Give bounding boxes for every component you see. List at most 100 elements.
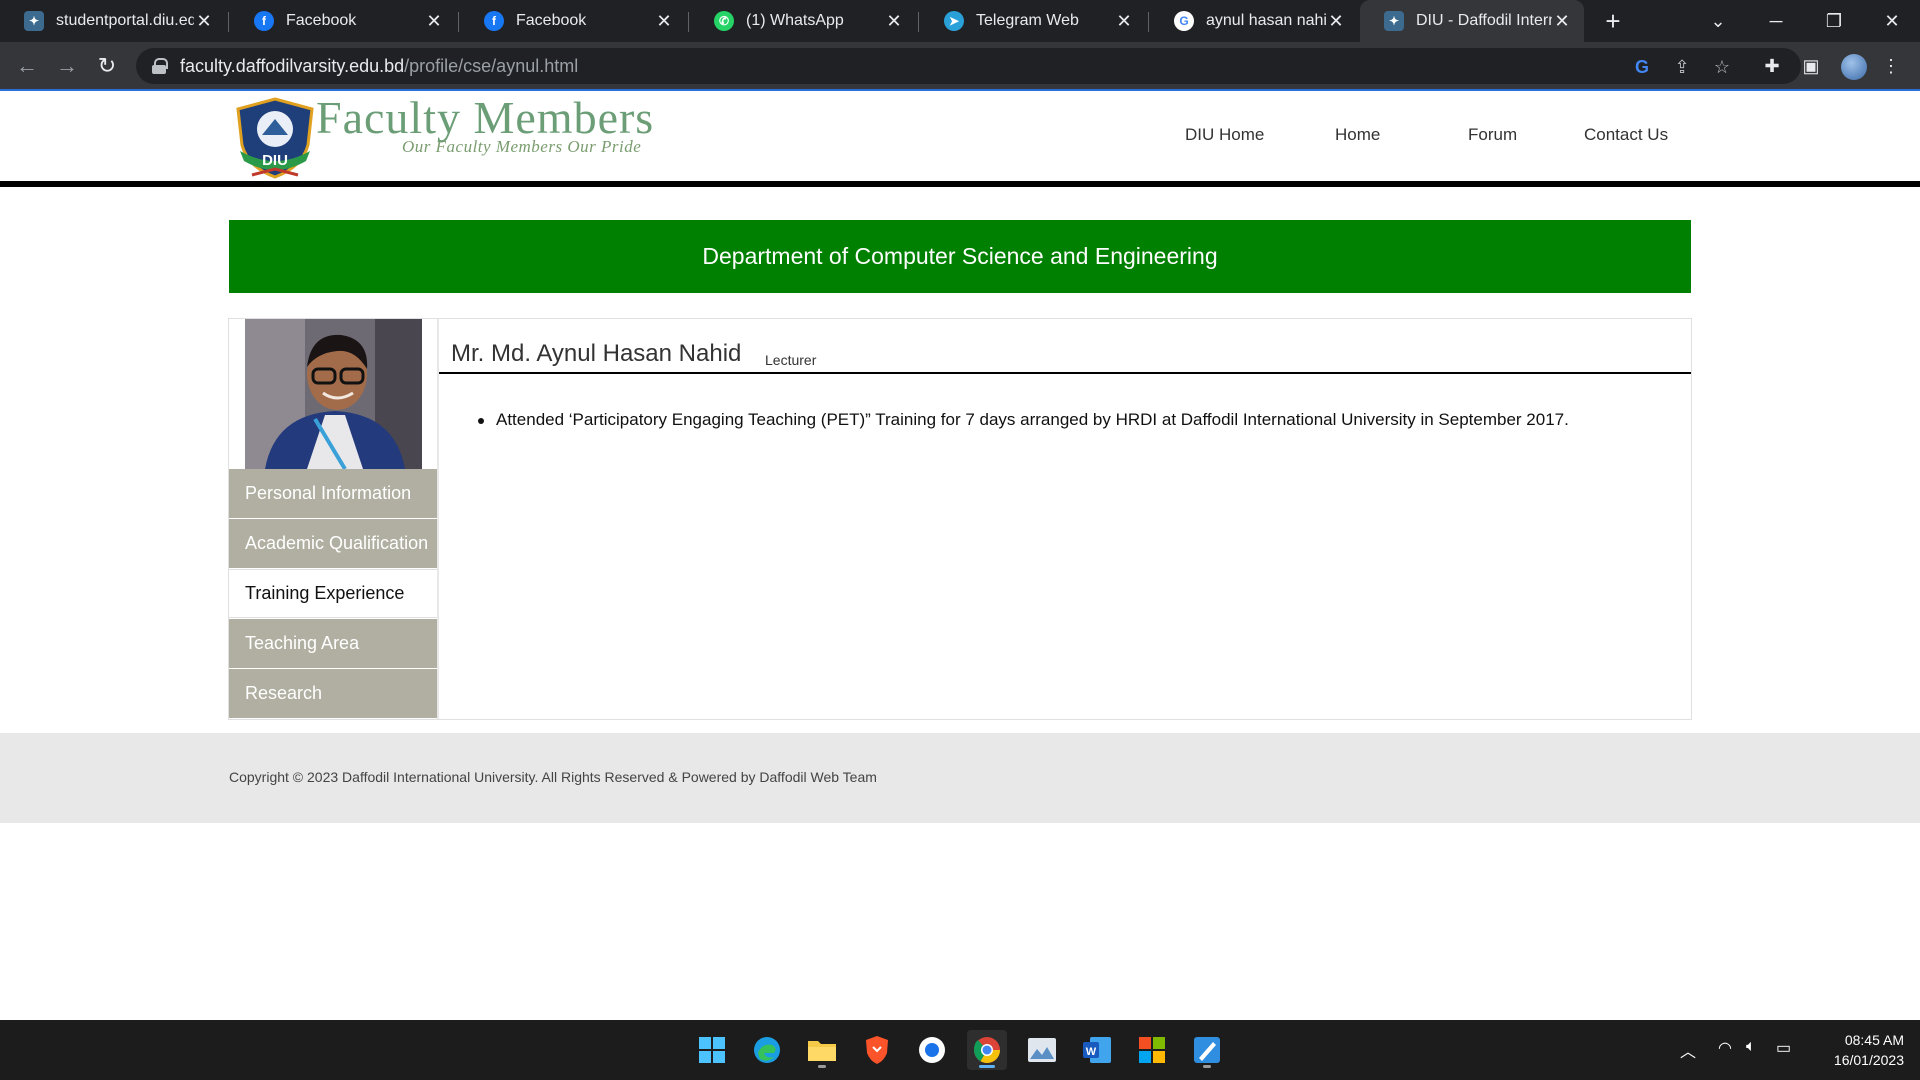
- url-host: faculty.daffodilvarsity.edu.bd: [180, 55, 405, 76]
- sidebar-item-training-experience[interactable]: Training Experience: [229, 569, 437, 618]
- tab-close-icon[interactable]: ✕: [1552, 11, 1572, 32]
- sidebar-item-academic-qualification[interactable]: Academic Qualification: [229, 519, 437, 568]
- browser-tab-active[interactable]: ✦ DIU - Daffodil Interna ✕: [1360, 0, 1584, 42]
- edge-icon[interactable]: [747, 1030, 787, 1070]
- windows-taskbar: W ︿ ◠ 🔈︎ ▭ 08:45 AM 16/01/2023: [0, 1020, 1920, 1080]
- forward-arrow-icon[interactable]: →: [52, 51, 82, 81]
- volume-icon[interactable]: 🔈︎: [1746, 1038, 1756, 1056]
- battery-icon[interactable]: ▭: [1776, 1038, 1791, 1058]
- file-explorer-icon[interactable]: [802, 1030, 842, 1070]
- browser-tab[interactable]: f Facebook ✕: [460, 0, 686, 42]
- tab-separator: [458, 12, 459, 32]
- sidebar-divider: [437, 319, 439, 719]
- tab-title: Facebook: [516, 12, 587, 29]
- site-footer: Copyright © 2023 Daffodil International …: [0, 733, 1920, 823]
- tab-close-icon[interactable]: ✕: [654, 11, 674, 32]
- browser-tab[interactable]: ✦ studentportal.diu.edu ✕: [0, 0, 226, 42]
- side-panel-icon[interactable]: ▣: [1800, 55, 1822, 77]
- facebook-favicon-icon: f: [484, 11, 504, 31]
- address-bar[interactable]: faculty.daffodilvarsity.edu.bd/profile/c…: [136, 48, 1801, 84]
- tab-close-icon[interactable]: ✕: [1326, 11, 1346, 32]
- restore-button[interactable]: ❐: [1806, 0, 1862, 42]
- reload-icon[interactable]: ↻: [92, 51, 122, 81]
- running-indicator: [818, 1065, 826, 1068]
- nav-diu-home[interactable]: DIU Home: [1185, 125, 1264, 145]
- footer-copyright: Copyright © 2023 Daffodil International …: [229, 769, 877, 785]
- browser-tab[interactable]: ✆ (1) WhatsApp ✕: [690, 0, 916, 42]
- clock-time: 08:45 AM: [1844, 1032, 1904, 1048]
- whatsapp-favicon-icon: ✆: [714, 11, 734, 31]
- new-tab-button[interactable]: +: [1598, 6, 1628, 36]
- windows-start-icon[interactable]: [692, 1030, 732, 1070]
- browser-tab[interactable]: f Facebook ✕: [230, 0, 456, 42]
- store-icon[interactable]: [1132, 1030, 1172, 1070]
- system-clock[interactable]: 08:45 AM 16/01/2023: [1814, 1030, 1904, 1070]
- tab-separator: [918, 12, 919, 32]
- tab-separator: [228, 12, 229, 32]
- photos-icon[interactable]: [1022, 1030, 1062, 1070]
- paint-icon[interactable]: [1187, 1030, 1227, 1070]
- clock-date: 16/01/2023: [1833, 1052, 1904, 1068]
- profile-designation: Lecturer: [765, 352, 817, 368]
- tab-search-chevron-icon[interactable]: ⌄: [1690, 0, 1746, 42]
- sidebar-item-teaching-area[interactable]: Teaching Area: [229, 619, 437, 668]
- running-indicator: [1203, 1065, 1211, 1068]
- tab-close-icon[interactable]: ✕: [424, 11, 444, 32]
- facebook-favicon-icon: f: [254, 11, 274, 31]
- tab-separator: [688, 12, 689, 32]
- wifi-icon[interactable]: ◠: [1718, 1038, 1732, 1058]
- tab-separator: [1148, 12, 1149, 32]
- diu-favicon-icon: ✦: [24, 11, 44, 31]
- site-header: DIU Faculty Members Our Faculty Members …: [0, 91, 1920, 187]
- nav-forum[interactable]: Forum: [1468, 125, 1517, 145]
- sidebar-item-research[interactable]: Research: [229, 669, 437, 718]
- sidebar-item-personal-information[interactable]: Personal Information: [229, 469, 437, 518]
- department-banner-text: Department of Computer Science and Engin…: [702, 243, 1218, 269]
- minimize-button[interactable]: ─: [1748, 0, 1804, 42]
- tab-title: Facebook: [286, 12, 357, 29]
- profile-photo: [245, 319, 422, 469]
- logo-badge-text: DIU: [262, 152, 288, 169]
- department-banner: Department of Computer Science and Engin…: [229, 220, 1691, 293]
- lock-icon[interactable]: [152, 58, 168, 74]
- telegram-favicon-icon: ➤: [944, 11, 964, 31]
- nav-home[interactable]: Home: [1335, 125, 1380, 145]
- word-icon[interactable]: W: [1077, 1030, 1117, 1070]
- close-window-button[interactable]: ✕: [1864, 0, 1920, 42]
- kebab-menu-icon[interactable]: ⋮: [1880, 55, 1902, 77]
- app-icon[interactable]: [912, 1030, 952, 1070]
- running-indicator: [979, 1065, 995, 1068]
- chrome-icon[interactable]: [967, 1030, 1007, 1070]
- tab-close-icon[interactable]: ✕: [194, 11, 214, 32]
- profile-box: [228, 318, 1692, 720]
- url-path: /profile/cse/aynul.html: [404, 55, 579, 76]
- profile-avatar[interactable]: [1841, 54, 1867, 80]
- tab-title: DIU - Daffodil Interna: [1416, 12, 1552, 29]
- back-arrow-icon[interactable]: ←: [12, 51, 42, 81]
- browser-tab-strip: ✦ studentportal.diu.edu ✕ f Facebook ✕ f…: [0, 0, 1920, 42]
- show-hidden-icons-chevron-icon[interactable]: ︿: [1680, 1038, 1696, 1062]
- url-text[interactable]: faculty.daffodilvarsity.edu.bd/profile/c…: [180, 56, 578, 77]
- brave-icon[interactable]: [857, 1030, 897, 1070]
- tab-title: Telegram Web: [976, 12, 1079, 29]
- diu-favicon-icon: ✦: [1384, 11, 1404, 31]
- google-lens-icon[interactable]: G: [1631, 56, 1653, 78]
- bookmark-star-icon[interactable]: ☆: [1711, 56, 1733, 78]
- browser-tab[interactable]: ➤ Telegram Web ✕: [920, 0, 1146, 42]
- tab-close-icon[interactable]: ✕: [1114, 11, 1134, 32]
- svg-text:W: W: [1086, 1046, 1097, 1058]
- profile-name: Mr. Md. Aynul Hasan Nahid: [451, 340, 742, 367]
- diu-shield-logo-icon[interactable]: DIU: [232, 95, 318, 179]
- training-experience-list: Attended ‘Participatory Engaging Teachin…: [478, 410, 1569, 430]
- tab-close-icon[interactable]: ✕: [884, 11, 904, 32]
- nav-contact-us[interactable]: Contact Us: [1584, 125, 1668, 145]
- browser-tab[interactable]: G aynul hasan nahid diu ✕: [1150, 0, 1358, 42]
- tab-title: studentportal.diu.edu: [56, 12, 194, 29]
- logo-tagline: Our Faculty Members Our Pride: [402, 137, 642, 156]
- google-favicon-icon: G: [1174, 11, 1194, 31]
- share-icon[interactable]: ⇪: [1671, 56, 1693, 78]
- tab-title: aynul hasan nahid diu: [1206, 12, 1326, 29]
- extensions-puzzle-icon[interactable]: ✚: [1761, 55, 1783, 77]
- profile-photo-image: [245, 319, 422, 469]
- list-item: Attended ‘Participatory Engaging Teachin…: [478, 410, 1569, 430]
